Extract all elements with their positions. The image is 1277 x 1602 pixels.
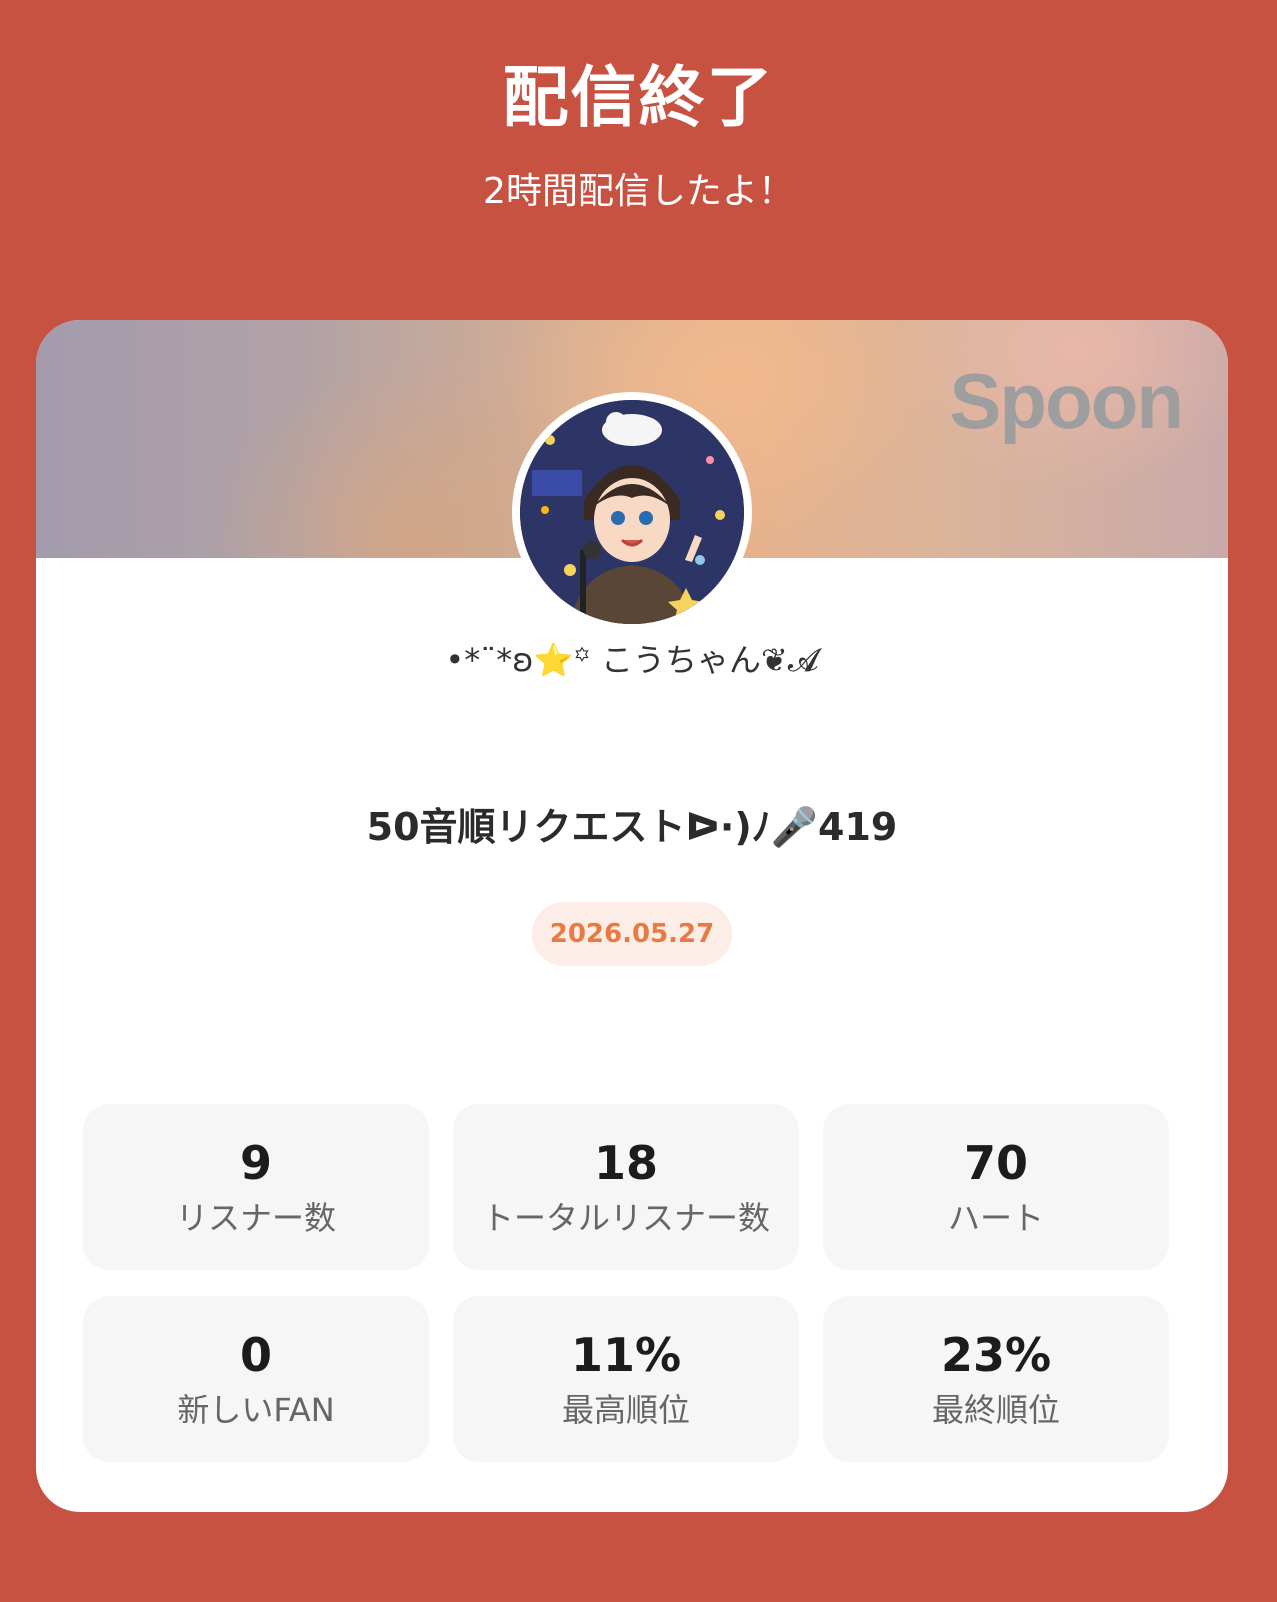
stat-best-rank: 11% 最高順位 xyxy=(453,1296,799,1462)
spoon-logo: Spoon xyxy=(949,357,1184,445)
stat-hearts: 70 ハート xyxy=(823,1104,1169,1270)
stat-label: トータルリスナー数 xyxy=(481,1199,770,1237)
stat-new-fans: 0 新しいFAN xyxy=(83,1296,429,1462)
stat-value: 70 xyxy=(963,1136,1028,1190)
stat-value: 18 xyxy=(593,1136,658,1190)
broadcast-end-screen: 配信終了 2時間配信したよ！ Spoon •*¨*ʚ⭐꙳ こうちゃん❦𝓐 50音… xyxy=(0,0,1277,1602)
avatar-illustration xyxy=(520,400,744,624)
stat-value: 9 xyxy=(239,1136,272,1190)
stat-value: 0 xyxy=(239,1328,272,1382)
stream-date-badge: 2026.05.27 xyxy=(532,902,732,966)
avatar[interactable] xyxy=(520,400,744,624)
stats-grid: 9 リスナー数 18 トータルリスナー数 70 ハート 0 新しいFAN 11%… xyxy=(83,1104,1181,1462)
stat-value: 23% xyxy=(940,1328,1052,1382)
streamer-name: •*¨*ʚ⭐꙳ こうちゃん❦𝓐 xyxy=(445,641,819,679)
stat-label: リスナー数 xyxy=(175,1199,336,1237)
stat-label: 新しいFAN xyxy=(177,1391,335,1429)
stat-value: 11% xyxy=(570,1328,682,1382)
stat-label: 最終順位 xyxy=(931,1391,1060,1429)
stream-title: 50音順リクエストᐅ·)ﾉ🎤419 xyxy=(366,805,898,849)
stat-label: 最高順位 xyxy=(561,1391,690,1429)
stat-listeners: 9 リスナー数 xyxy=(83,1104,429,1270)
stat-label: ハート xyxy=(947,1199,1044,1237)
page-subtitle: 2時間配信したよ！ xyxy=(483,171,794,212)
page-title: 配信終了 xyxy=(502,59,775,136)
avatar-frame xyxy=(512,392,752,632)
stat-total-listeners: 18 トータルリスナー数 xyxy=(453,1104,799,1270)
stat-final-rank: 23% 最終順位 xyxy=(823,1296,1169,1462)
broadcast-summary-card: Spoon •*¨*ʚ⭐꙳ こうちゃん❦𝓐 50音順リクエストᐅ·)ﾉ🎤419 … xyxy=(36,320,1228,1512)
